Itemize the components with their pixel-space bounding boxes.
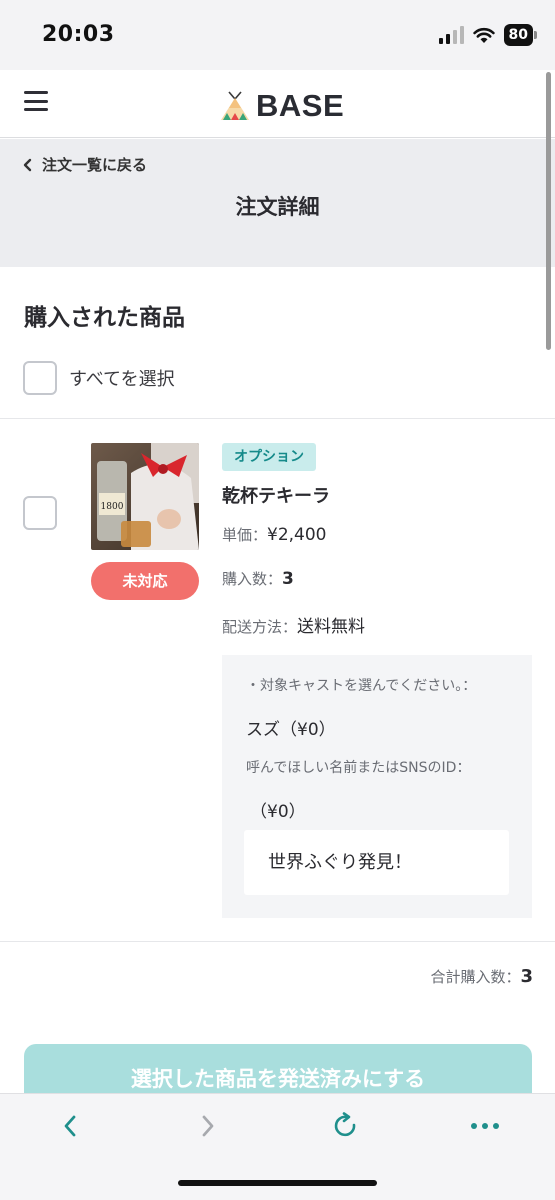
product-image: 1800 [91,443,199,550]
hamburger-menu-icon[interactable] [24,91,48,111]
quantity-value: 3 [282,569,294,589]
section-title: 購入された商品 [24,305,185,331]
select-all-row[interactable]: すべてを選択 [23,361,175,395]
app-header: BASE [0,70,555,138]
shipping-value: 送料無料 [297,617,366,637]
reload-icon[interactable] [324,1108,368,1144]
brand-name: BASE [256,88,345,123]
svg-text:1800: 1800 [101,502,124,512]
select-all-checkbox[interactable] [23,361,57,395]
home-indicator [178,1180,377,1186]
scrollbar[interactable] [546,72,551,350]
item-checkbox[interactable] [23,496,57,530]
option-question-name: 呼んでほしい名前またはSNSのID： [246,760,471,776]
signal-icon [438,26,464,44]
divider [0,418,555,419]
unit-price-value: ¥2,400 [267,525,327,545]
unit-price-label: 単価： [222,526,268,544]
back-arrow-icon[interactable] [48,1108,92,1144]
option-text-value: 世界ふぐり発見！ [244,830,509,895]
status-badge: 未対応 [91,562,199,600]
option-answer-name: （¥0） [250,802,306,822]
status-bar: 20:03 80 [0,0,555,70]
quantity-row: 購入数：3 [222,568,294,589]
option-answer-cast: スズ（¥0） [246,720,336,740]
wifi-icon [472,27,495,43]
forward-arrow-icon[interactable] [186,1108,230,1144]
option-question-cast: ・対象キャストを選んでください。： [246,678,477,694]
options-box: ・対象キャストを選んでください。： スズ（¥0） 呼んでほしい名前またはSNSの… [222,655,532,918]
divider [0,941,555,942]
back-to-orders-link[interactable]: 注文一覧に戻る [22,154,147,175]
unit-price-row: 単価：¥2,400 [222,524,327,545]
battery-icon: 80 [503,24,538,46]
chevron-left-icon [23,158,32,171]
quantity-label: 購入数： [222,570,283,588]
status-icons: 80 [438,24,538,46]
title-band: 注文一覧に戻る 注文詳細 [0,139,555,267]
shipping-row: 配送方法：送料無料 [222,612,365,637]
select-all-label: すべてを選択 [69,369,175,390]
option-badge: オプション [222,443,316,471]
more-dots-icon[interactable] [463,1108,507,1144]
shipping-label: 配送方法： [222,618,298,636]
page-title: 注文詳細 [235,195,320,219]
base-logo[interactable]: BASE [220,88,344,124]
status-time: 20:03 [42,22,115,47]
total-quantity-row: 合計購入数：3 [430,966,533,987]
back-link-label: 注文一覧に戻る [42,156,148,174]
product-name: 乾杯テキーラ [222,486,330,507]
total-quantity-value: 3 [520,966,533,987]
base-logo-icon [221,91,249,120]
total-quantity-label: 合計購入数： [430,968,521,986]
